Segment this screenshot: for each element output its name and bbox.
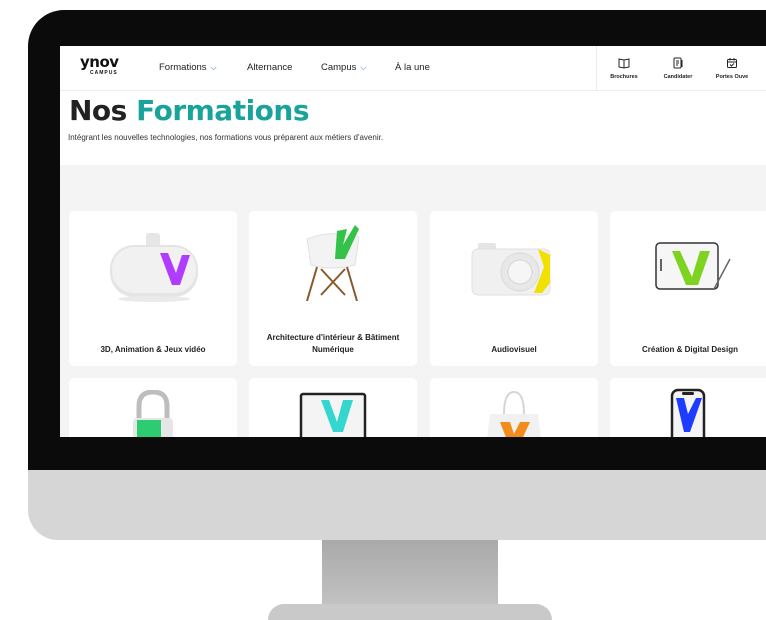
formation-card-label: 3D, Animation & Jeux vidéo <box>100 345 206 354</box>
formation-card-audiovisuel[interactable]: Audiovisuel <box>430 211 598 366</box>
monitor-stand-foot <box>268 604 552 620</box>
portes-ouvertes-button[interactable]: Portes Ouve <box>705 46 759 90</box>
candidater-button[interactable]: Candidater <box>651 46 705 90</box>
page-subtitle: Intégrant les nouvelles technologies, no… <box>68 133 384 142</box>
document-icon <box>673 57 683 68</box>
nav-item-alternance[interactable]: Alternance <box>247 62 292 73</box>
formation-card-label: Audiovisuel <box>491 345 537 354</box>
tool-label: Portes Ouve <box>715 73 749 80</box>
nav-item-label: Campus <box>321 62 357 73</box>
formation-card-design[interactable]: Création & Digital Design <box>610 211 766 366</box>
logo-subtext: CAMPUS <box>90 70 118 76</box>
phone-image <box>670 388 706 437</box>
formation-card[interactable] <box>69 378 237 437</box>
formation-card-label: Architecture d'intérieur & Bâtiment Numé… <box>266 333 400 354</box>
formation-card[interactable] <box>430 378 598 437</box>
camera-image <box>471 243 551 296</box>
nav-item-a-la-une[interactable]: À la une <box>395 62 430 73</box>
vr-headset-image <box>110 233 198 302</box>
formation-card[interactable] <box>610 378 766 437</box>
formations-grid: 3D, Animation & Jeux vidéo Architecture … <box>60 165 766 437</box>
browser-screen: ynov CAMPUS Formations ⌵ Alternance Camp… <box>60 46 766 437</box>
title-part-1: Nos <box>69 94 127 127</box>
monitor-chin <box>28 470 766 540</box>
calendar-icon <box>727 57 737 68</box>
nav-item-formations[interactable]: Formations ⌵ <box>159 62 217 73</box>
ynov-logo[interactable]: ynov CAMPUS <box>80 55 130 77</box>
brochures-button[interactable]: Brochures <box>597 46 651 90</box>
nav-item-campus[interactable]: Campus ⌵ <box>321 62 366 73</box>
page-title: Nos Formations <box>69 94 310 127</box>
tool-label: Candidater <box>663 73 693 80</box>
formation-card-architecture[interactable]: Architecture d'intérieur & Bâtiment Numé… <box>249 211 417 366</box>
tool-label: Brochures <box>610 73 638 80</box>
nav-item-label: À la une <box>395 62 430 73</box>
chevron-down-icon: ⌵ <box>360 62 367 72</box>
book-icon <box>618 57 630 69</box>
padlock-image <box>133 390 173 437</box>
formation-card-label: Création & Digital Design <box>641 345 738 354</box>
nav-item-label: Formations <box>159 62 207 73</box>
title-part-2: Formations <box>136 94 310 127</box>
laptop-image <box>299 392 367 437</box>
chair-image <box>306 225 360 301</box>
nav-item-label: Alternance <box>247 62 293 73</box>
tote-bag-image <box>487 390 541 437</box>
top-navigation: ynov CAMPUS Formations ⌵ Alternance Camp… <box>60 46 766 91</box>
formation-card-3d[interactable]: 3D, Animation & Jeux vidéo <box>69 211 237 366</box>
nav-tools: Brochures Candidater Portes Ouve <box>596 46 759 90</box>
formation-card[interactable] <box>249 378 417 437</box>
logo-text: ynov <box>80 53 119 71</box>
tablet-image <box>655 242 731 290</box>
chevron-down-icon: ⌵ <box>210 62 217 72</box>
